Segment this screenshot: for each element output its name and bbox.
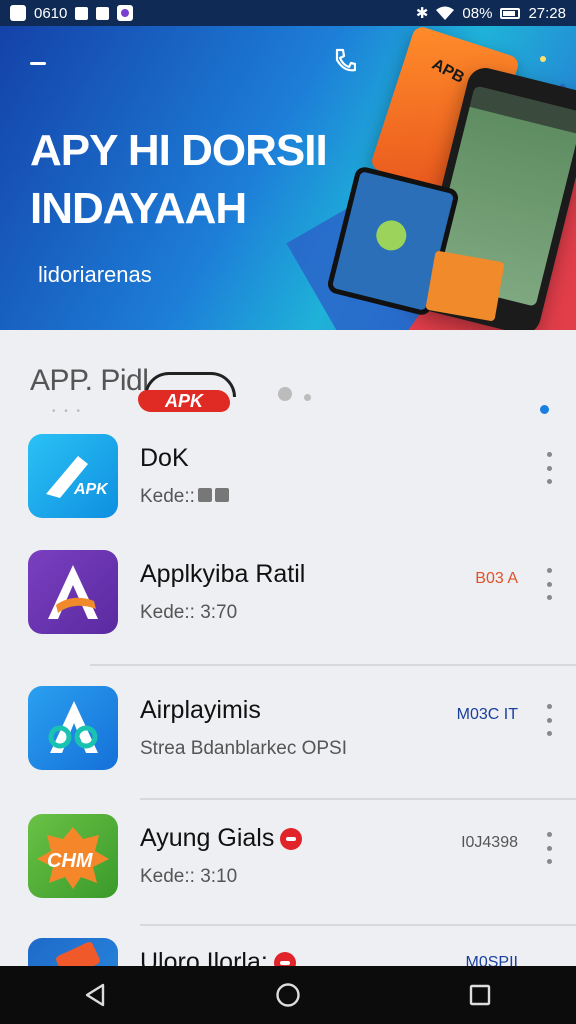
pager-dot[interactable] — [278, 387, 292, 401]
indicator-dot — [540, 405, 549, 414]
list-item[interactable]: Applkyiba Ratil Kede:: 3:70 B03 A — [0, 540, 576, 650]
status-time-left: 0610 — [34, 4, 68, 22]
list-item[interactable]: Uloro Ilorla: M0SPII — [0, 928, 576, 966]
image-icon — [75, 6, 89, 20]
home-button[interactable] — [268, 975, 308, 1015]
notification-icon — [96, 6, 110, 20]
decor-dots: • • • — [52, 406, 84, 417]
banner-title: APY HI DORSII INDAYAAH — [30, 126, 328, 233]
purple-a-icon — [28, 550, 118, 634]
list-item[interactable]: Airplayimis Strea Bdanblarkec OPSI M03C … — [0, 676, 576, 786]
battery-icon — [500, 7, 521, 19]
android-logo-icon — [373, 217, 410, 254]
hero-banner[interactable]: APY HI DORSII INDAYAAH lidoriarenas APB — [0, 26, 576, 330]
app-status: M0SPII — [465, 954, 518, 966]
bluetooth-icon: ✱ — [415, 5, 429, 22]
app-name: Airplayimis — [140, 696, 261, 724]
recents-icon — [469, 984, 491, 1006]
more-options-icon[interactable] — [544, 704, 554, 736]
svg-text:CHM: CHM — [47, 850, 94, 872]
svg-text:APK: APK — [73, 481, 108, 498]
banner-subtitle: lidoriarenas — [38, 262, 152, 287]
app-meta: Kede:: 3:10 — [140, 866, 238, 887]
app-meta: Kede:: — [140, 486, 229, 508]
apk-logo: APK — [138, 372, 236, 414]
back-icon — [85, 983, 105, 1007]
app-name: Uloro Ilorla: — [140, 948, 296, 966]
battery-percent: 08% — [462, 4, 493, 22]
phone-icon[interactable] — [334, 48, 356, 74]
pager-dot[interactable] — [304, 394, 311, 401]
device-card-image — [425, 250, 505, 322]
apk-icon: APK — [28, 434, 118, 518]
status-bar: 0610 ✱ 08% 27:28 — [0, 0, 576, 26]
shield-icon — [10, 5, 26, 21]
app-status: M03C IT — [456, 706, 518, 723]
app-meta: Strea Bdanblarkec OPSI — [140, 738, 347, 759]
more-options-icon[interactable] — [544, 568, 554, 600]
wifi-icon — [436, 6, 455, 20]
more-options-icon[interactable] — [544, 832, 554, 864]
more-options-icon[interactable] — [544, 452, 554, 484]
app-status: B03 A — [475, 570, 518, 587]
home-icon — [276, 983, 300, 1007]
navigation-bar — [0, 966, 576, 1024]
app-name: Ayung Gials — [140, 824, 303, 853]
app-meta: Kede:: 3:70 — [140, 602, 238, 623]
status-clock: 27:28 — [528, 4, 566, 22]
divider — [140, 924, 576, 926]
divider — [90, 664, 576, 666]
alert-badge-icon — [273, 952, 296, 966]
app-status: I0J4398 — [461, 834, 518, 851]
menu-icon[interactable] — [30, 62, 46, 65]
banner-indicator-dot — [540, 56, 546, 62]
app-name: DoK — [140, 444, 189, 472]
app-notification-icon — [117, 5, 134, 21]
recents-button[interactable] — [460, 975, 500, 1015]
app-name: Applkyiba Ratil — [140, 560, 306, 588]
back-button[interactable] — [76, 975, 116, 1015]
section-title: APP. Pidl — [30, 364, 149, 397]
partial-app-icon — [28, 938, 118, 966]
list-item[interactable]: CHM Ayung Gials Kede:: 3:10 I0J4398 — [0, 804, 576, 914]
list-item[interactable]: APK DoK Kede:: — [0, 424, 576, 534]
divider — [140, 798, 576, 800]
blue-a-icon — [28, 686, 118, 770]
alert-badge-icon — [280, 828, 303, 851]
chm-icon: CHM — [28, 814, 118, 898]
